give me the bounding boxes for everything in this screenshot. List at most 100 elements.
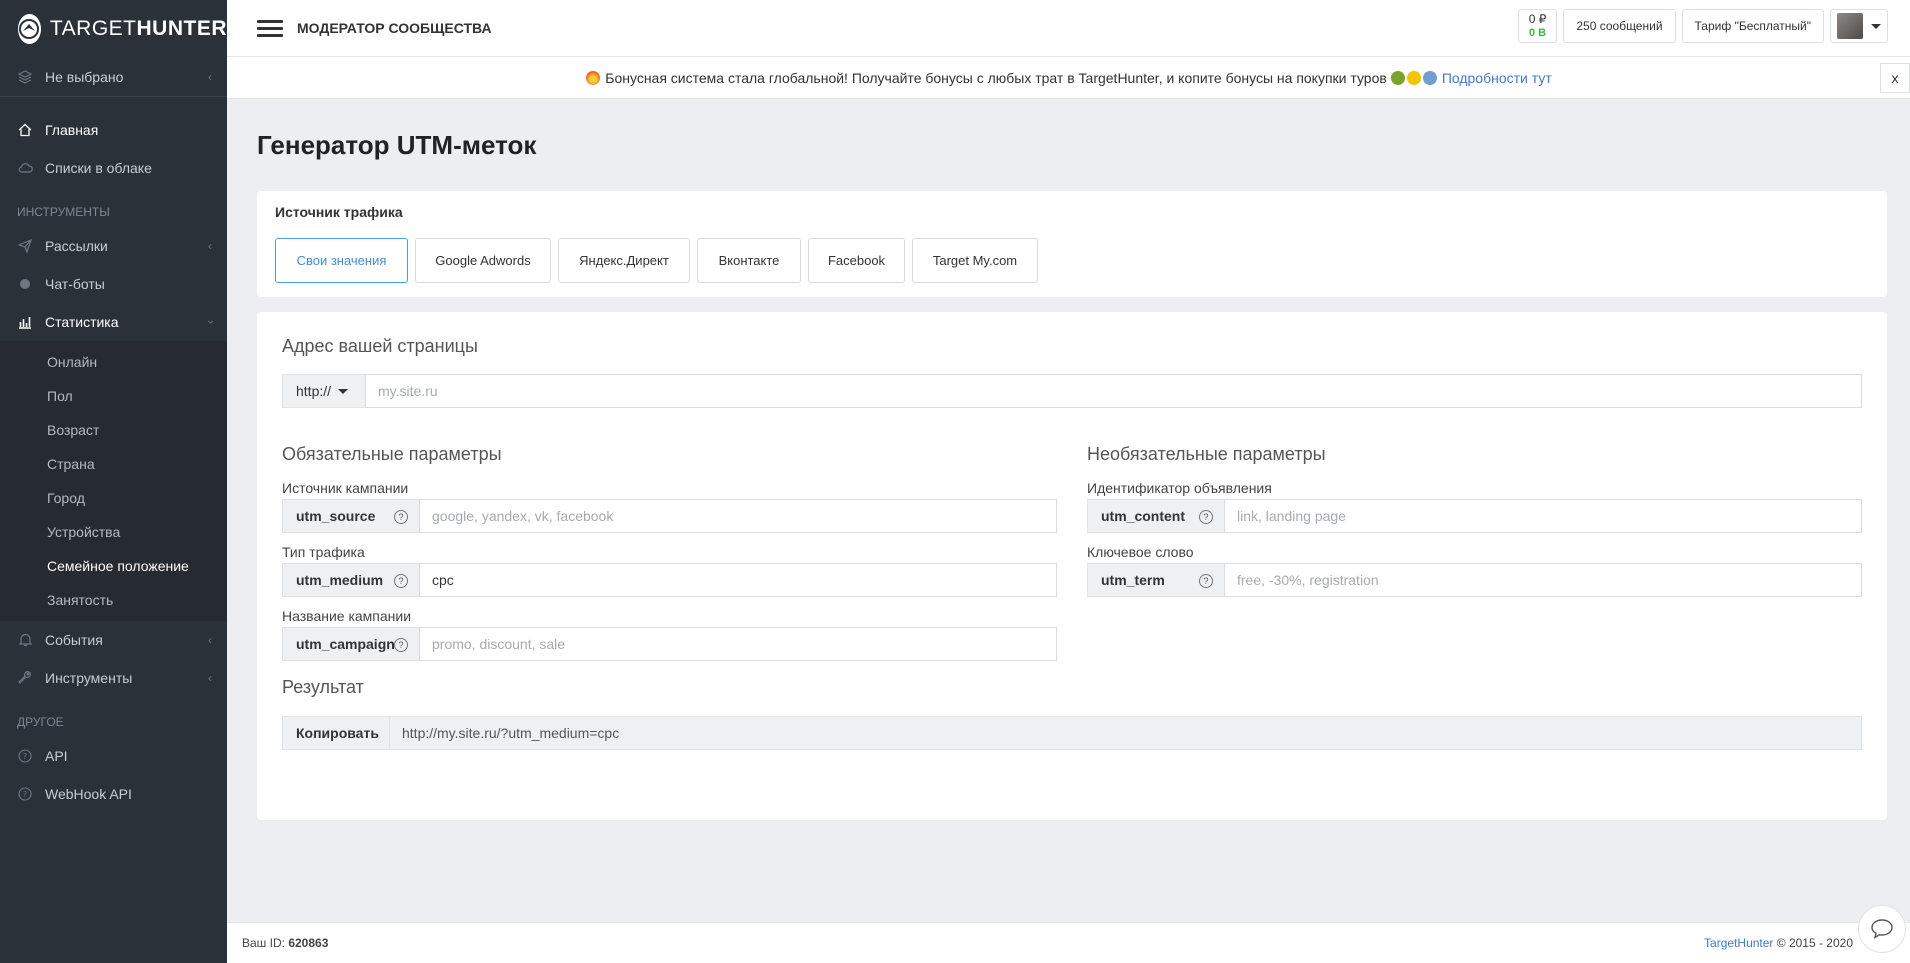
utm-params: Обязательные параметры Источник кампании… — [282, 444, 1862, 661]
sidebar-item-api[interactable]: ? API — [0, 737, 227, 775]
help-icon[interactable]: ? — [1199, 574, 1213, 588]
sidebar-item-home[interactable]: Главная — [0, 111, 227, 149]
utm-source-key: utm_source? — [282, 499, 419, 533]
tariff-button[interactable]: Тариф "Бесплатный" — [1681, 9, 1824, 43]
chevron-left-icon: ‹ — [208, 69, 212, 84]
user-menu[interactable] — [1830, 9, 1888, 43]
help-icon[interactable]: ? — [394, 510, 408, 524]
utm-term-group: utm_term? free, -30%, registration — [1087, 563, 1862, 597]
bell-icon — [17, 632, 33, 648]
utm-term-key: utm_term? — [1087, 563, 1224, 597]
submenu-item-devices[interactable]: Устройства — [0, 515, 227, 549]
copy-button[interactable]: Копировать — [282, 716, 389, 750]
submenu-item-marital-status[interactable]: Семейное положение — [0, 549, 227, 583]
svg-text:?: ? — [23, 790, 27, 799]
required-params: Обязательные параметры Источник кампании… — [282, 444, 1057, 661]
sidebar-item-mailings[interactable]: Рассылки ‹ — [0, 227, 227, 265]
result-title: Результат — [282, 677, 364, 697]
utm-campaign-group: utm_campaign? promo, discount, sale — [282, 627, 1057, 661]
utm-term-input[interactable]: free, -30%, registration — [1224, 563, 1862, 597]
logo[interactable]: TARGETHUNTER — [0, 0, 227, 57]
utm-campaign-input[interactable]: promo, discount, sale — [419, 627, 1057, 661]
protocol-dropdown[interactable]: http:// — [282, 374, 365, 408]
tab-vkontakte[interactable]: Вконтакте — [697, 238, 801, 283]
sidebar-item-label: Списки в облаке — [45, 160, 152, 176]
submenu-item-age[interactable]: Возраст — [0, 413, 227, 447]
sidebar-item-label: Чат-боты — [45, 276, 105, 292]
tab-yandex-direct[interactable]: Яндекс.Директ — [558, 238, 690, 283]
fire-icon — [586, 70, 601, 85]
result-group: Копировать http://my.site.ru/?utm_medium… — [282, 716, 1862, 750]
sidebar-item-statistics[interactable]: Статистика ‹ — [0, 303, 227, 341]
submenu-item-online[interactable]: Онлайн — [0, 345, 227, 379]
messages-counter[interactable]: 250 сообщений — [1563, 9, 1676, 43]
tab-google-adwords[interactable]: Google Adwords — [415, 238, 551, 283]
submenu-item-city[interactable]: Город — [0, 481, 227, 515]
tab-facebook[interactable]: Facebook — [808, 238, 905, 283]
page-title: Генератор UTM-меток — [257, 130, 537, 160]
sidebar-item-label: Главная — [45, 122, 99, 138]
balance-widget[interactable]: 0 ₽ 0 B — [1517, 9, 1558, 43]
sidebar-item-label: API — [45, 748, 68, 764]
traffic-source-label: Источник трафика — [275, 204, 403, 220]
question-icon: ? — [17, 748, 33, 764]
footer-brand-link[interactable]: TargetHunter — [1704, 936, 1773, 950]
utm-content-group: utm_content? link, landing page — [1087, 499, 1862, 533]
notice-text: Бонусная система стала глобальной! Получ… — [605, 69, 1387, 86]
sidebar-item-events[interactable]: События ‹ — [0, 621, 227, 659]
utm-campaign-key: utm_campaign? — [282, 627, 419, 661]
sidebar-item-webhook-api[interactable]: ? WebHook API — [0, 775, 227, 813]
balance-bonus: 0 B — [1528, 27, 1547, 39]
submenu-item-gender[interactable]: Пол — [0, 379, 227, 413]
protocol-value: http:// — [296, 383, 332, 399]
chevron-left-icon: ‹ — [208, 633, 212, 647]
copyright: TargetHunter © 2015 - 2020 — [1704, 936, 1853, 950]
notice-close-button[interactable]: x — [1880, 63, 1910, 93]
caret-down-icon — [1871, 23, 1881, 29]
utm-medium-key: utm_medium? — [282, 563, 419, 597]
paper-plane-icon — [17, 238, 33, 254]
sidebar-item-label: WebHook API — [45, 786, 132, 802]
user-id: Ваш ID: 620863 — [242, 936, 329, 950]
sidebar-item-instruments[interactable]: Инструменты ‹ — [0, 659, 227, 697]
help-icon[interactable]: ? — [394, 638, 408, 652]
notice-details-link[interactable]: Подробности тут — [1442, 70, 1552, 86]
submenu-item-occupation[interactable]: Занятость — [0, 583, 227, 617]
utm-source-input[interactable]: google, yandex, vk, facebook — [419, 499, 1057, 533]
main-content: Генератор UTM-меток Источник трафика Сво… — [257, 99, 1887, 820]
utm-source-group: utm_source? google, yandex, vk, facebook — [282, 499, 1057, 533]
home-icon — [17, 122, 33, 138]
svg-text:?: ? — [23, 752, 27, 761]
menu-toggle-icon[interactable] — [257, 16, 283, 41]
help-icon[interactable]: ? — [394, 574, 408, 588]
cloud-icon — [17, 160, 33, 176]
chevron-left-icon: ‹ — [208, 239, 212, 253]
utm-medium-input[interactable]: cpc — [419, 563, 1057, 597]
utm-source-label: Источник кампании — [282, 480, 409, 496]
utm-content-input[interactable]: link, landing page — [1224, 499, 1862, 533]
sidebar-heading-other: ДРУГОЕ — [17, 715, 64, 729]
utm-content-label: Идентификатор объявления — [1087, 480, 1272, 496]
required-params-title: Обязательные параметры — [282, 444, 502, 464]
traffic-source-tabs: Свои значения Google Adwords Яндекс.Дире… — [275, 238, 1869, 283]
logo-text: TARGETHUNTER — [49, 16, 227, 40]
address-section-title: Адрес вашей страницы — [282, 336, 478, 356]
chat-bubble-icon[interactable] — [1858, 905, 1906, 953]
page-url-input[interactable]: my.site.ru — [365, 374, 1862, 408]
ship-icon — [1422, 70, 1437, 85]
result-url-field[interactable]: http://my.site.ru/?utm_medium=cpc — [389, 716, 1862, 750]
page-section-title: МОДЕРАТОР СООБЩЕСТВА — [297, 20, 492, 36]
sidebar: TARGETHUNTER Не выбрано ‹ Главная Списки… — [0, 0, 227, 963]
tab-custom-values[interactable]: Свои значения — [275, 238, 408, 283]
traffic-source-card: Источник трафика Свои значения Google Ad… — [257, 191, 1887, 297]
utm-medium-label: Тип трафика — [282, 544, 365, 560]
sidebar-item-cloud-lists[interactable]: Списки в облаке — [0, 149, 227, 187]
tab-target-mycom[interactable]: Target My.com — [912, 238, 1038, 283]
sidebar-item-chatbots[interactable]: Чат-боты — [0, 265, 227, 303]
submenu-item-country[interactable]: Страна — [0, 447, 227, 481]
help-icon[interactable]: ? — [1199, 510, 1213, 524]
sidebar-item-label: Инструменты — [45, 670, 133, 686]
community-selector[interactable]: Не выбрано ‹ — [0, 57, 227, 97]
sun-icon — [1406, 70, 1421, 85]
question-icon: ? — [17, 786, 33, 802]
